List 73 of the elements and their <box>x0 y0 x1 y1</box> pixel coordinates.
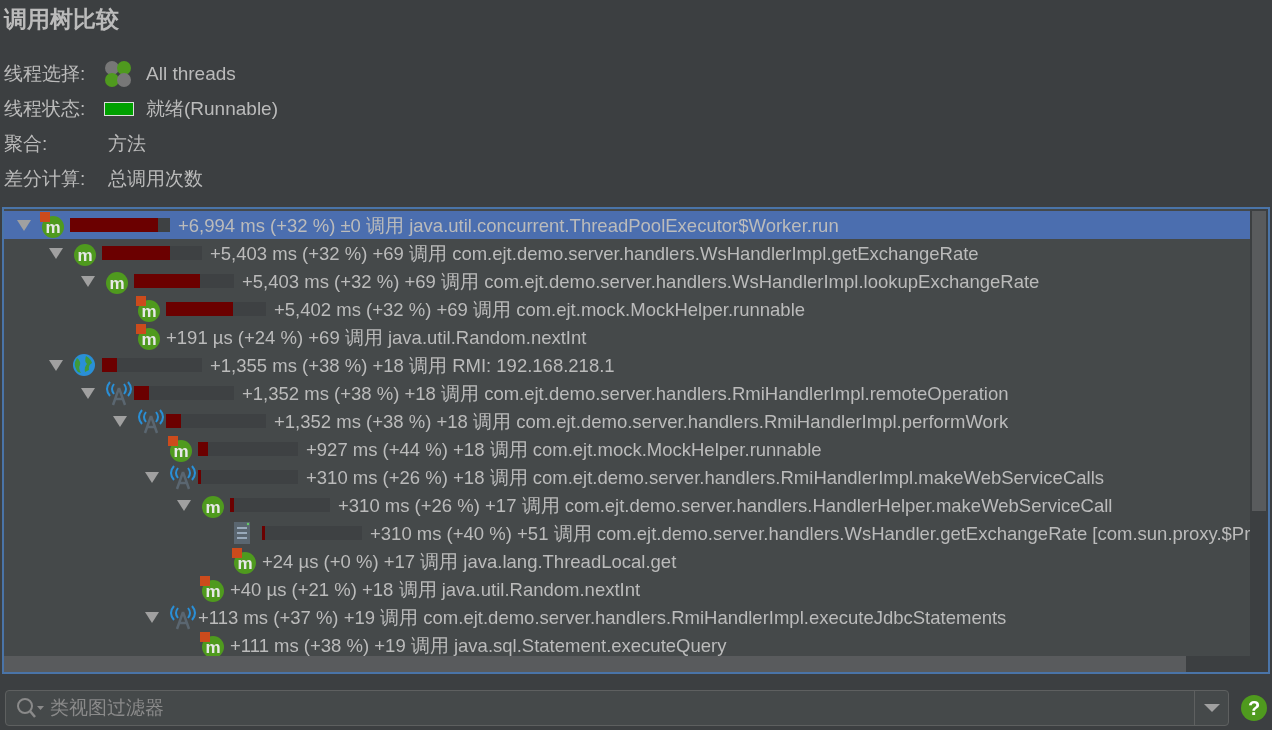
tree-row[interactable]: +310 ms (+26 %) +18 调用 com.ejt.demo.server.handlers.RmiHandlerImpl.makeWebServiceCalls <box>4 463 1250 491</box>
search-icon[interactable] <box>16 697 46 719</box>
call-text: +927 ms (+44 %) +18 调用 com.ejt.mock.MockHelper.runnable <box>306 437 822 462</box>
expanded-arrow-icon[interactable] <box>48 246 64 260</box>
antenna-icon <box>136 408 166 434</box>
antenna-icon <box>104 380 134 406</box>
tree-row[interactable]: m +5,402 ms (+32 %) +69 调用 com.ejt.mock.MockHelper.runnable <box>4 295 1250 323</box>
antenna-icon <box>168 604 198 630</box>
scrollbar-thumb[interactable] <box>1252 211 1266 511</box>
call-text: +5,403 ms (+32 %) +69 调用 com.ejt.demo.server.handlers.WsHandlerImpl.lookupExchangeRate <box>242 269 1040 294</box>
expanded-arrow-icon[interactable] <box>80 386 96 400</box>
tree-row[interactable]: +1,352 ms (+38 %) +18 调用 com.ejt.demo.server.handlers.RmiHandlerImpl.remoteOperation <box>4 379 1250 407</box>
expanded-arrow-icon[interactable] <box>176 498 192 512</box>
globe-icon <box>72 353 96 377</box>
tree-row[interactable]: m +24 µs (+0 %) +17 调用 java.lang.ThreadLocal.get <box>4 547 1250 575</box>
filter-field[interactable]: 类视图过滤器 <box>5 690 1229 726</box>
expanded-arrow-icon[interactable] <box>48 358 64 372</box>
filter-input[interactable]: 类视图过滤器 <box>46 697 1194 719</box>
field-value: 总调用次数 <box>108 166 203 191</box>
call-text: +24 µs (+0 %) +17 调用 java.lang.ThreadLocal.get <box>262 549 677 574</box>
tree-row[interactable]: m +191 µs (+24 %) +69 调用 java.util.Random.nextInt <box>4 323 1250 351</box>
method-icon: m <box>106 272 128 294</box>
call-text: +191 µs (+24 %) +69 调用 java.util.Random.nextInt <box>166 325 587 350</box>
page-title: 调用树比较 <box>4 5 120 34</box>
expanded-arrow-icon[interactable] <box>16 218 32 232</box>
tree-row[interactable]: m +927 ms (+44 %) +18 调用 com.ejt.mock.MockHelper.runnable <box>4 435 1250 463</box>
call-text: +40 µs (+21 %) +18 调用 java.util.Random.nextInt <box>230 577 641 602</box>
server-icon <box>232 521 252 545</box>
field-label: 聚合: <box>4 131 49 156</box>
caret-icon <box>1203 703 1220 713</box>
expanded-arrow-icon[interactable] <box>144 610 160 624</box>
expanded-arrow-icon[interactable] <box>80 274 96 288</box>
tree-row[interactable]: +1,355 ms (+38 %) +18 调用 RMI: 192.168.218.1 <box>4 351 1250 379</box>
field-value: 就绪(Runnable) <box>146 96 278 121</box>
call-text: +310 ms (+40 %) +51 调用 com.ejt.demo.server.handlers.WsHandler.getExchangeRate [com.sun.proxy.$Pr <box>370 521 1250 546</box>
field-label: 差分计算: <box>4 166 87 191</box>
tree-row[interactable]: m +6,994 ms (+32 %) ±0 调用 java.util.concurrent.ThreadPoolExecutor$Worker.run <box>4 211 1250 239</box>
antenna-icon <box>168 464 198 490</box>
field-label: 线程状态: <box>4 96 87 121</box>
tree-row[interactable]: m +5,403 ms (+32 %) +69 调用 com.ejt.demo.server.handlers.WsHandlerImpl.lookupExchangeRate <box>4 267 1250 295</box>
method-icon: m <box>234 552 256 574</box>
threads-icon <box>104 59 132 88</box>
call-text: +1,352 ms (+38 %) +18 调用 com.ejt.demo.server.handlers.RmiHandlerImpl.remoteOperation <box>242 381 1009 406</box>
expanded-arrow-icon[interactable] <box>112 414 128 428</box>
call-text: +1,355 ms (+38 %) +18 调用 RMI: 192.168.218.1 <box>210 353 615 378</box>
call-text: +1,352 ms (+38 %) +18 调用 com.ejt.demo.server.handlers.RmiHandlerImpl.performWork <box>274 409 1009 434</box>
call-text: +5,402 ms (+32 %) +69 调用 com.ejt.mock.MockHelper.runnable <box>274 297 806 322</box>
method-icon: m <box>202 496 224 518</box>
method-icon: m <box>74 244 96 266</box>
call-text: +5,403 ms (+32 %) +69 调用 com.ejt.demo.server.handlers.WsHandlerImpl.getExchangeRate <box>210 241 979 266</box>
field-value: All threads <box>146 62 236 85</box>
call-text: +111 ms (+38 %) +19 调用 java.sql.Statement.executeQuery <box>230 633 727 656</box>
expanded-arrow-icon[interactable] <box>144 470 160 484</box>
method-icon: m <box>42 216 64 238</box>
tree-row[interactable]: +310 ms (+40 %) +51 调用 com.ejt.demo.server.handlers.WsHandler.getExchangeRate [com.sun.proxy.$Pr <box>4 519 1250 547</box>
vertical-scrollbar[interactable] <box>1250 209 1268 656</box>
tree-row[interactable]: m +5,403 ms (+32 %) +69 调用 com.ejt.demo.server.handlers.WsHandlerImpl.getExchangeRate <box>4 239 1250 267</box>
tree-row[interactable]: +113 ms (+37 %) +19 调用 com.ejt.demo.server.handlers.RmiHandlerImpl.executeJdbcStatements <box>4 603 1250 631</box>
tree-row[interactable]: +1,352 ms (+38 %) +18 调用 com.ejt.demo.server.handlers.RmiHandlerImpl.performWork <box>4 407 1250 435</box>
method-icon: m <box>138 300 160 322</box>
tree-row[interactable]: m +310 ms (+26 %) +17 调用 com.ejt.demo.server.handlers.HandlerHelper.makeWebServiceCall <box>4 491 1250 519</box>
call-text: +310 ms (+26 %) +18 调用 com.ejt.demo.server.handlers.RmiHandlerImpl.makeWebServiceCalls <box>306 465 1105 490</box>
state-swatch-icon <box>104 101 134 116</box>
method-icon: m <box>202 580 224 602</box>
field-label: 线程选择: <box>4 61 87 86</box>
tree-row[interactable]: m +40 µs (+21 %) +18 调用 java.util.Random.nextInt <box>4 575 1250 603</box>
method-icon: m <box>138 328 160 350</box>
method-icon: m <box>170 440 192 462</box>
help-icon[interactable]: ? <box>1241 695 1267 721</box>
call-text: +113 ms (+37 %) +19 调用 com.ejt.demo.server.handlers.RmiHandlerImpl.executeJdbcStatements <box>198 605 1007 630</box>
call-text: +6,994 ms (+32 %) ±0 调用 java.util.concurrent.ThreadPoolExecutor$Worker.run <box>178 213 839 238</box>
field-value: 方法 <box>108 131 146 156</box>
call-text: +310 ms (+26 %) +17 调用 com.ejt.demo.server.handlers.HandlerHelper.makeWebServiceCall <box>338 493 1113 518</box>
